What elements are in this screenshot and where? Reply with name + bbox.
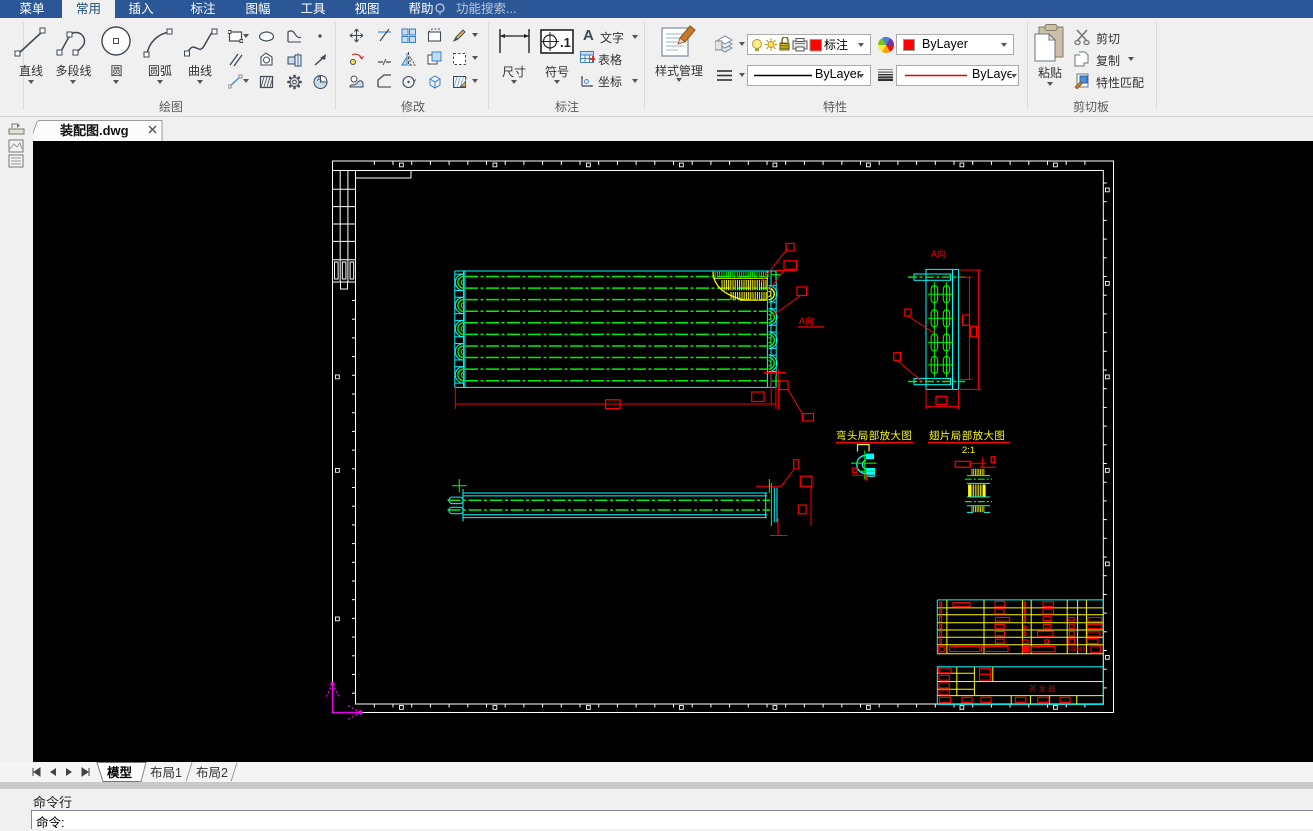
svg-text:蒸发器: 蒸发器 [1029,684,1058,694]
svg-text:布局2: 布局2 [196,766,228,780]
svg-text:标注: 标注 [824,37,848,52]
svg-text:装配图.dwg: 装配图.dwg [59,123,129,138]
svg-text:.1: .1 [560,35,571,50]
svg-text:A向: A向 [799,315,814,326]
svg-text:A向: A向 [931,248,946,259]
svg-text:布局1: 布局1 [150,766,182,780]
svg-text:翅片局部放大图: 翅片局部放大图 [929,429,1005,442]
svg-text:2:1: 2:1 [962,445,975,456]
svg-text:模型: 模型 [107,765,133,780]
svg-text:A: A [317,76,322,83]
svg-text:弯头局部放大图: 弯头局部放大图 [836,429,912,442]
